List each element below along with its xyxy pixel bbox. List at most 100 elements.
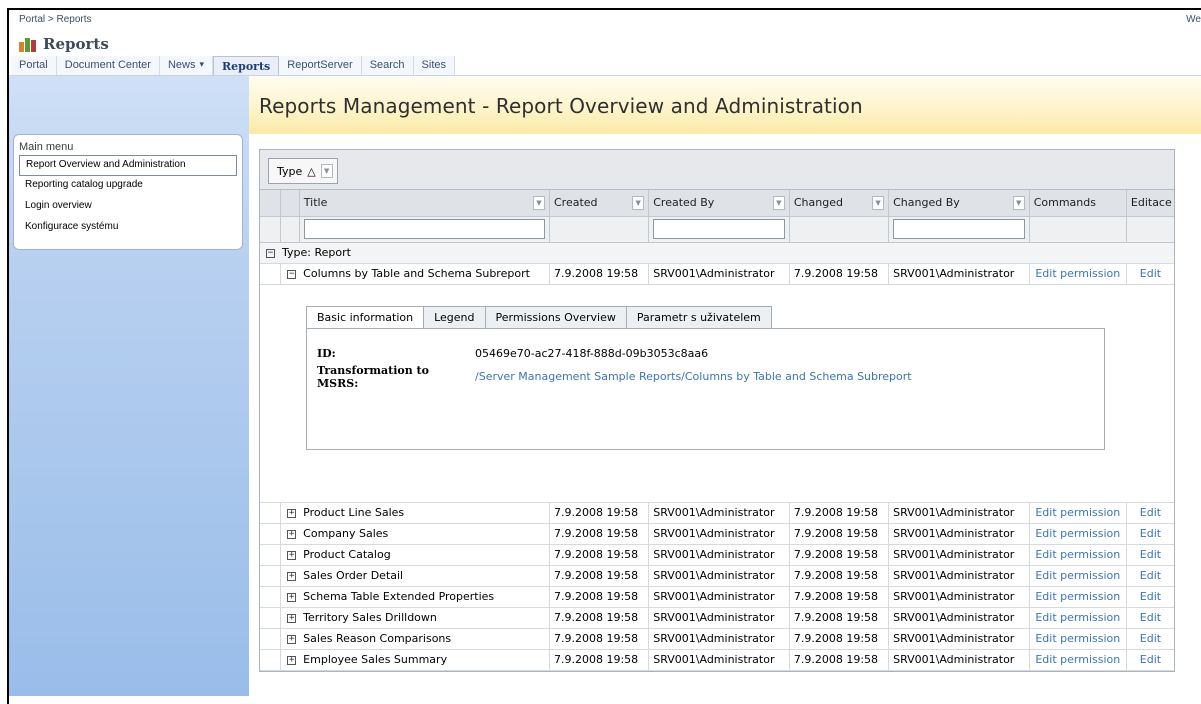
edit-permission-link[interactable]: Edit permission bbox=[1029, 523, 1127, 545]
created-by-filter-input[interactable] bbox=[653, 219, 785, 239]
edit-permission-link[interactable]: Edit permission bbox=[1029, 586, 1127, 608]
table-row[interactable]: + Product Line Sales 7.9.2008 19:58 SRV00… bbox=[260, 502, 1174, 524]
table-row[interactable]: + Sales Reason Comparisons 7.9.2008 19:58… bbox=[260, 628, 1174, 650]
cell-changed: 7.9.2008 19:58 bbox=[789, 649, 890, 671]
cell-title: + Product Catalog bbox=[280, 544, 550, 566]
table-row[interactable]: + Employee Sales Summary 7.9.2008 19:58 S… bbox=[260, 649, 1174, 671]
cell-created-by: SRV001\Administrator bbox=[648, 263, 790, 285]
cell-created: 7.9.2008 19:58 bbox=[549, 544, 650, 566]
nav-tab-label: News bbox=[167, 59, 196, 71]
tab-permissions-overview[interactable]: Permissions Overview bbox=[484, 305, 627, 328]
reports-logo-icon bbox=[19, 36, 37, 52]
main-menu-title: Main menu bbox=[19, 141, 74, 153]
edit-link[interactable]: Edit bbox=[1126, 502, 1174, 524]
group-by-panel: Type △ ▼ bbox=[260, 150, 1174, 190]
column-header-title[interactable]: Title ▼ bbox=[299, 190, 550, 217]
expand-icon[interactable]: + bbox=[287, 613, 297, 623]
collapse-icon[interactable]: − bbox=[287, 269, 297, 279]
nav-tab-reportserver[interactable]: ReportServer bbox=[279, 56, 362, 75]
column-header-edit: Editace bbox=[1126, 190, 1174, 217]
edit-permission-link[interactable]: Edit permission bbox=[1029, 263, 1127, 285]
expand-icon[interactable]: + bbox=[287, 550, 297, 560]
edit-link[interactable]: Edit bbox=[1126, 544, 1174, 566]
expand-icon[interactable]: + bbox=[287, 508, 297, 518]
left-sidebar: Main menu Report Overview and Administra… bbox=[9, 76, 249, 696]
nav-tab-label: Document Center bbox=[64, 59, 151, 71]
expand-icon[interactable]: + bbox=[287, 571, 297, 581]
breadcrumb[interactable]: Portal > Reports bbox=[19, 14, 92, 25]
column-header-created[interactable]: Created ▼ bbox=[549, 190, 650, 217]
nav-tab-reports[interactable]: Reports bbox=[213, 56, 280, 75]
sort-ascending-icon[interactable]: △ bbox=[307, 165, 315, 178]
edit-permission-link[interactable]: Edit permission bbox=[1029, 565, 1127, 587]
filter-dropdown-icon[interactable]: ▼ bbox=[772, 195, 785, 210]
nav-tab-portal[interactable]: Portal bbox=[11, 56, 57, 75]
edit-permission-link[interactable]: Edit permission bbox=[1029, 649, 1127, 671]
filter-cell-edit bbox=[1126, 216, 1174, 243]
column-header-changed-by[interactable]: Changed By ▼ bbox=[888, 190, 1030, 217]
edit-link[interactable]: Edit bbox=[1126, 263, 1174, 285]
expand-icon[interactable]: + bbox=[287, 655, 297, 665]
cell-changed-by: SRV001\Administrator bbox=[888, 502, 1030, 524]
table-row[interactable]: + Company Sales 7.9.2008 19:58 SRV001\Adm… bbox=[260, 523, 1174, 545]
table-row[interactable]: + Schema Table Extended Properties 7.9.20… bbox=[260, 586, 1174, 608]
menu-item-catalog-upgrade[interactable]: Reporting catalog upgrade bbox=[19, 176, 237, 197]
nav-tab-news[interactable]: News ▾ bbox=[159, 56, 214, 75]
edit-link[interactable]: Edit bbox=[1126, 565, 1174, 587]
table-row-expanded[interactable]: − Columns by Table and Schema Subreport 7… bbox=[260, 263, 1174, 285]
title-filter-input[interactable] bbox=[303, 219, 545, 239]
edit-permission-link[interactable]: Edit permission bbox=[1029, 607, 1127, 629]
group-chip-type[interactable]: Type △ ▼ bbox=[268, 158, 338, 184]
edit-permission-link[interactable]: Edit permission bbox=[1029, 502, 1127, 524]
filter-dropdown-icon[interactable]: ▼ bbox=[320, 164, 333, 178]
table-row[interactable]: + Sales Order Detail 7.9.2008 19:58 SRV00… bbox=[260, 565, 1174, 587]
nav-tab-sites[interactable]: Sites bbox=[413, 56, 456, 75]
nav-tab-search[interactable]: Search bbox=[361, 56, 414, 75]
msrs-label-line: Transformation to bbox=[317, 363, 429, 377]
filter-dropdown-icon[interactable]: ▼ bbox=[532, 195, 545, 210]
group-row: − Type: Report bbox=[260, 242, 1174, 264]
filter-dropdown-icon[interactable]: ▼ bbox=[632, 195, 645, 210]
expand-icon[interactable]: + bbox=[287, 529, 297, 539]
row-title: Territory Sales Drilldown bbox=[303, 611, 437, 624]
row-indent bbox=[260, 649, 282, 671]
site-title[interactable]: Reports bbox=[43, 35, 109, 53]
filter-dropdown-icon[interactable]: ▼ bbox=[1012, 195, 1025, 210]
filter-spacer bbox=[280, 216, 300, 243]
welcome-menu[interactable]: We bbox=[1186, 14, 1201, 25]
row-indent bbox=[260, 523, 282, 545]
menu-item-login-overview[interactable]: Login overview bbox=[19, 197, 237, 218]
edit-link[interactable]: Edit bbox=[1126, 649, 1174, 671]
cell-title: − Columns by Table and Schema Subreport bbox=[280, 263, 550, 285]
edit-link[interactable]: Edit bbox=[1126, 628, 1174, 650]
tab-legend[interactable]: Legend bbox=[423, 305, 486, 328]
collapse-icon[interactable]: − bbox=[266, 248, 275, 258]
row-title: Company Sales bbox=[303, 527, 389, 540]
edit-permission-link[interactable]: Edit permission bbox=[1029, 628, 1127, 650]
changed-by-filter-input[interactable] bbox=[893, 219, 1025, 239]
table-row[interactable]: + Territory Sales Drilldown 7.9.2008 19:5… bbox=[260, 607, 1174, 629]
msrs-path-link[interactable]: /Server Management Sample Reports/Column… bbox=[475, 364, 912, 390]
expand-icon[interactable]: + bbox=[287, 592, 297, 602]
tab-basic-information[interactable]: Basic information bbox=[306, 305, 425, 329]
filter-dropdown-icon[interactable]: ▼ bbox=[872, 195, 885, 210]
edit-permission-link[interactable]: Edit permission bbox=[1029, 544, 1127, 566]
header-spacer bbox=[280, 190, 300, 217]
edit-link[interactable]: Edit bbox=[1126, 586, 1174, 608]
nav-tab-document-center[interactable]: Document Center bbox=[56, 56, 160, 75]
table-row[interactable]: + Product Catalog 7.9.2008 19:58 SRV001\A… bbox=[260, 544, 1174, 566]
cell-changed: 7.9.2008 19:58 bbox=[789, 502, 890, 524]
menu-item-system-config[interactable]: Konfigurace systému bbox=[19, 218, 237, 239]
expand-icon[interactable]: + bbox=[287, 634, 297, 644]
tab-user-parameters[interactable]: Parametr s uživatelem bbox=[625, 305, 772, 328]
cell-title: + Sales Reason Comparisons bbox=[280, 628, 550, 650]
cell-changed: 7.9.2008 19:58 bbox=[789, 607, 890, 629]
nav-tab-label: Search bbox=[369, 59, 405, 71]
filter-cell-created bbox=[549, 216, 650, 243]
edit-link[interactable]: Edit bbox=[1126, 607, 1174, 629]
row-indent bbox=[260, 502, 282, 524]
column-header-created-by[interactable]: Created By ▼ bbox=[648, 190, 790, 217]
column-header-changed[interactable]: Changed ▼ bbox=[789, 190, 890, 217]
edit-link[interactable]: Edit bbox=[1126, 523, 1174, 545]
menu-item-report-overview[interactable]: Report Overview and Administration bbox=[19, 155, 237, 176]
